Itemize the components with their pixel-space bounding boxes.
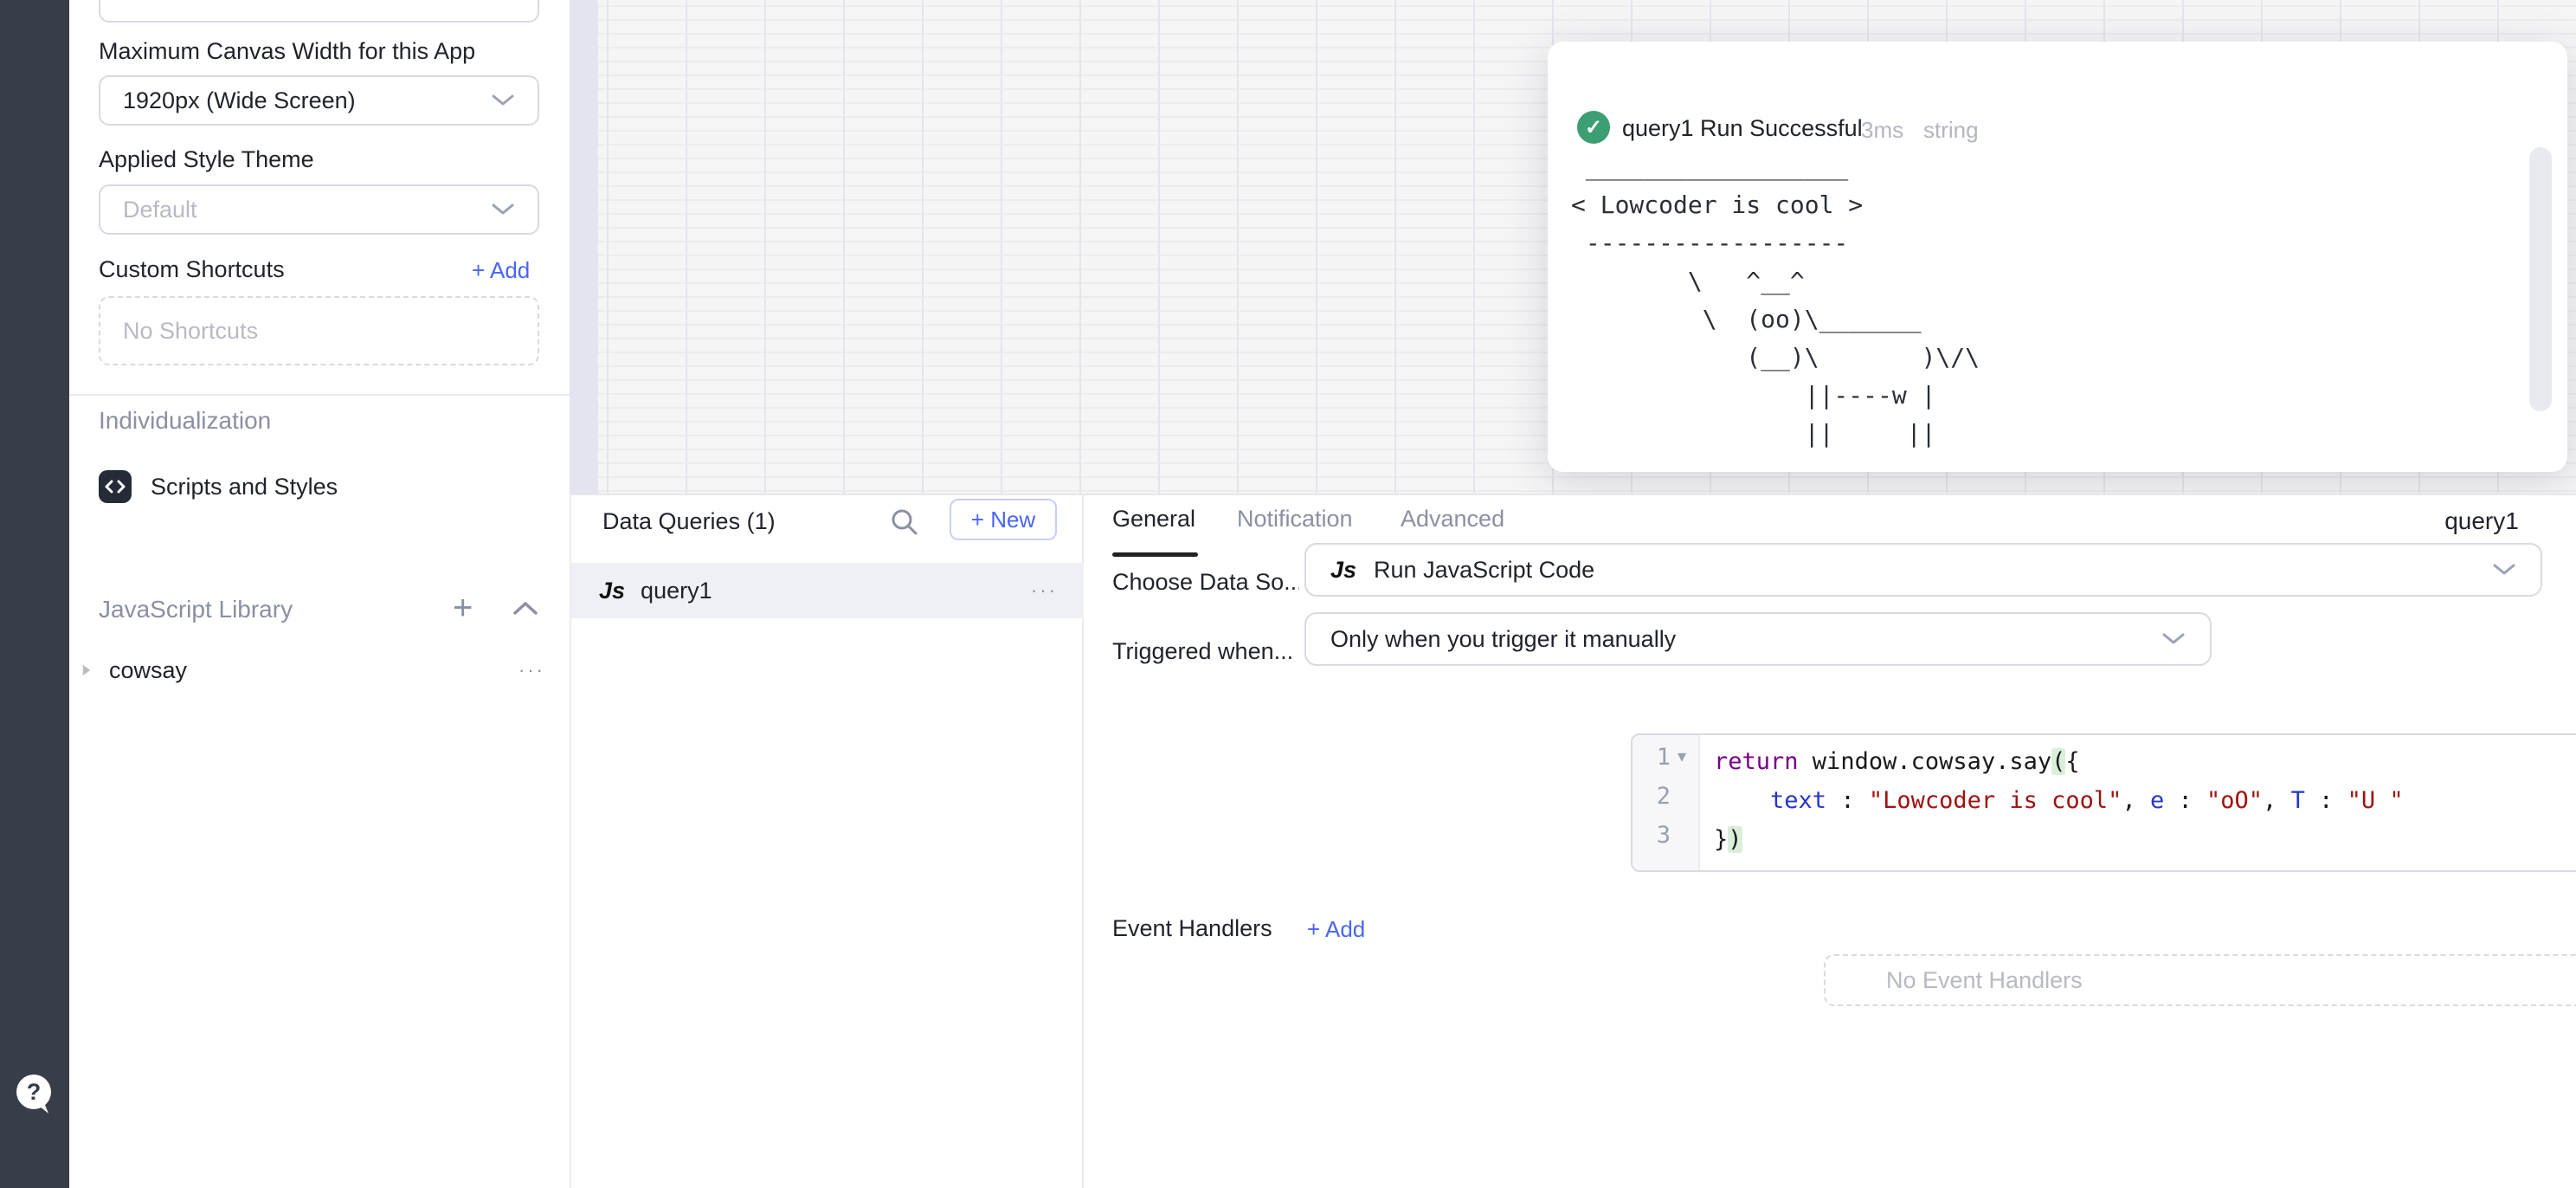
- code-token: e: [2150, 787, 2164, 814]
- popup-scrollbar[interactable]: [2529, 147, 2552, 411]
- collapse-library-icon[interactable]: [512, 601, 538, 620]
- add-library-button[interactable]: +: [453, 589, 473, 628]
- popup-title: query1 Run Successful: [1622, 115, 1863, 142]
- style-theme-placeholder: Default: [123, 197, 197, 223]
- line-number: 1: [1645, 744, 1671, 771]
- expand-caret-icon[interactable]: [83, 665, 90, 676]
- query-item-menu-icon[interactable]: ···: [1031, 579, 1058, 602]
- query-bottom-panel: Data Queries (1) + New Js query1 ··· Gen…: [570, 494, 2576, 1188]
- code-token: T: [2291, 787, 2305, 814]
- left-nav-rail: [0, 0, 69, 1188]
- new-query-button[interactable]: + New: [950, 499, 1057, 540]
- cowsay-ascii-output: __________________ < Lowcoder is cool > …: [1571, 148, 1980, 453]
- trigger-value: Only when you trigger it manually: [1330, 626, 1676, 653]
- custom-shortcuts-label: Custom Shortcuts: [99, 256, 285, 283]
- cutoff-select[interactable]: [99, 0, 539, 23]
- help-bubble-icon: ?: [12, 1072, 55, 1115]
- trigger-select[interactable]: Only when you trigger it manually: [1304, 612, 2212, 666]
- code-token: {: [2065, 748, 2079, 775]
- data-queries-title: Data Queries (1): [602, 508, 776, 535]
- code-token: [1714, 787, 1770, 814]
- style-theme-select[interactable]: Default: [99, 184, 539, 235]
- code-gutter: 1 2 3 ▾: [1633, 735, 1700, 870]
- library-item-cowsay[interactable]: cowsay ···: [69, 648, 570, 693]
- tab-advanced[interactable]: Advanced: [1401, 506, 1504, 533]
- add-shortcut-link[interactable]: + Add: [472, 257, 530, 284]
- help-button[interactable]: ?: [12, 1072, 55, 1115]
- no-event-handlers-box: No Event Handlers: [1824, 954, 2576, 1006]
- line-number: 3: [1645, 822, 1671, 849]
- code-token: "Lowcoder is cool": [1869, 787, 2122, 814]
- no-event-handlers-text: No Event Handlers: [1886, 967, 2083, 994]
- max-canvas-width-label: Maximum Canvas Width for this App: [99, 38, 475, 65]
- js-library-header: JavaScript Library: [99, 596, 293, 623]
- code-token: }: [1714, 826, 1728, 853]
- chevron-down-icon: [2161, 632, 2186, 646]
- code-token: window.cowsay.say: [1799, 748, 2052, 775]
- tab-notification[interactable]: Notification: [1237, 506, 1353, 533]
- result-type: string: [1923, 117, 1979, 144]
- code-token: text: [1770, 787, 1826, 814]
- datasource-label: Choose Data So...: [1112, 569, 1299, 596]
- individualization-header: Individualization: [99, 407, 271, 435]
- scripts-and-styles-item[interactable]: Scripts and Styles: [99, 470, 338, 503]
- code-line-1: return window.cowsay.say({: [1714, 742, 2080, 781]
- code-token: ,: [2263, 787, 2291, 814]
- success-check-icon: ✓: [1577, 111, 1610, 144]
- query-item-name: query1: [641, 578, 712, 604]
- app-settings-panel: Maximum Canvas Width for this App 1920px…: [69, 0, 570, 1188]
- datasource-value: Run JavaScript Code: [1374, 557, 1594, 584]
- library-item-menu-icon[interactable]: ···: [518, 659, 545, 681]
- tab-general[interactable]: General: [1112, 506, 1195, 533]
- query-list-item[interactable]: Js query1 ···: [571, 563, 1084, 618]
- query-result-popup: ✓ query1 Run Successful 3ms string ✕ ___…: [1548, 42, 2567, 472]
- fold-caret-icon[interactable]: ▾: [1678, 746, 1686, 767]
- style-theme-label: Applied Style Theme: [99, 146, 314, 173]
- code-token: (: [2051, 748, 2065, 775]
- code-token: "U ": [2347, 787, 2404, 814]
- js-query-icon: Js: [599, 578, 625, 604]
- search-icon[interactable]: [890, 507, 919, 541]
- add-event-handler-link[interactable]: + Add: [1307, 916, 1365, 943]
- data-queries-list: Data Queries (1) + New Js query1 ···: [571, 495, 1084, 1188]
- code-token: ,: [2122, 787, 2150, 814]
- line-number: 2: [1645, 783, 1671, 810]
- lowcoder-app: ? Maximum Canvas Width for this App 1920…: [0, 0, 2576, 1188]
- datasource-select[interactable]: Js Run JavaScript Code: [1304, 543, 2542, 597]
- code-token: "oO": [2206, 787, 2263, 814]
- section-divider: [69, 394, 570, 396]
- code-line-3: }): [1714, 820, 1742, 859]
- chevron-down-icon: [2492, 563, 2516, 577]
- code-brackets-icon: [99, 470, 132, 503]
- chevron-down-icon: [491, 94, 515, 107]
- trigger-label: Triggered when...: [1112, 638, 1299, 665]
- code-line-2: text : "Lowcoder is cool", e : "oO", T :…: [1714, 781, 2404, 820]
- max-canvas-width-select[interactable]: 1920px (Wide Screen): [99, 75, 539, 126]
- svg-text:?: ?: [27, 1079, 42, 1105]
- code-editor[interactable]: 1 2 3 ▾ return window.cowsay.say({ text …: [1631, 733, 2576, 872]
- max-canvas-width-value: 1920px (Wide Screen): [123, 87, 356, 114]
- code-token: :: [2164, 787, 2206, 814]
- active-tab-underline: [1112, 552, 1198, 557]
- run-duration: 3ms: [1861, 117, 1903, 144]
- query-editor-pane: General Notification Advanced query1 Run…: [1084, 495, 2576, 1188]
- chevron-down-icon: [491, 203, 515, 216]
- code-token: :: [1826, 787, 1869, 814]
- library-item-name: cowsay: [109, 657, 187, 684]
- scripts-and-styles-label: Scripts and Styles: [151, 474, 338, 500]
- no-shortcuts-box: No Shortcuts: [99, 296, 539, 365]
- js-datasource-icon: Js: [1330, 557, 1356, 584]
- code-token: return: [1714, 748, 1799, 775]
- no-shortcuts-text: No Shortcuts: [123, 318, 258, 345]
- query-title: query1: [2365, 507, 2576, 535]
- code-token: :: [2305, 787, 2347, 814]
- code-token: ): [1728, 826, 1742, 853]
- event-handlers-label: Event Handlers: [1112, 915, 1272, 942]
